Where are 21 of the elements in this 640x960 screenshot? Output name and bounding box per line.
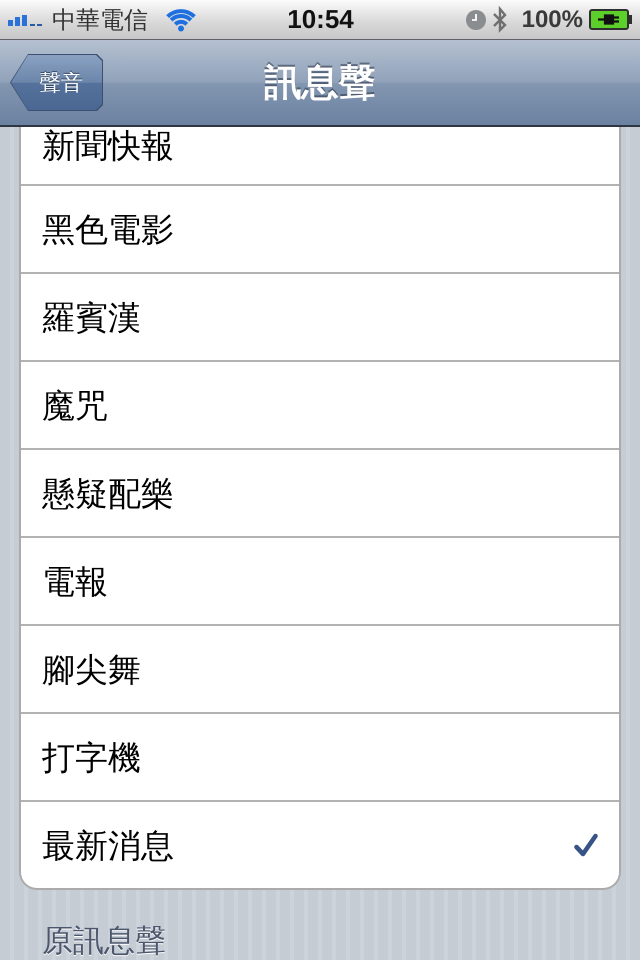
tone-item[interactable]: 懸疑配樂 [21, 450, 619, 538]
alarm-clock-icon [466, 10, 486, 30]
wifi-icon [166, 8, 196, 32]
checkmark-icon [573, 832, 599, 858]
tone-item[interactable]: 新聞快報 [21, 127, 619, 186]
tone-item[interactable]: 最新消息 [21, 802, 619, 888]
bluetooth-icon [492, 6, 508, 34]
carrier-name: 中華電信 [52, 6, 148, 34]
nav-title: 訊息聲 [264, 60, 376, 106]
signal-icon [8, 14, 44, 26]
battery-icon [589, 9, 633, 30]
tone-item[interactable]: 腳尖舞 [21, 626, 619, 714]
tone-item[interactable]: 打字機 [21, 714, 619, 802]
clock-time: 10:54 [287, 4, 354, 35]
battery-percent: 100% [522, 6, 583, 34]
tone-item[interactable]: 電報 [21, 538, 619, 626]
section-header: 原訊息聲 [42, 924, 166, 958]
back-button[interactable]: 聲音 [10, 54, 103, 111]
tone-item[interactable]: 魔咒 [21, 362, 619, 450]
tone-item[interactable]: 黑色電影 [21, 186, 619, 274]
tone-item[interactable]: 羅賓漢 [21, 274, 619, 362]
